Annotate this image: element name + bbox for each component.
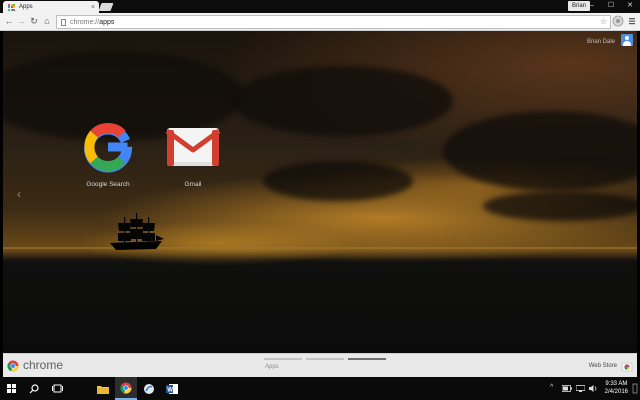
- word-icon[interactable]: W: [161, 377, 183, 400]
- horizon-line: [3, 247, 637, 249]
- windows-start-icon[interactable]: [0, 377, 22, 400]
- apps-page: Brian Dale ‹ Google Search Gmail: [3, 31, 637, 353]
- app-google-search[interactable]: Google Search: [73, 120, 143, 188]
- page-icon: [61, 18, 66, 26]
- tab-strip: Apps × Brian – ☐ ✕: [0, 0, 640, 13]
- app-label: Google Search: [86, 181, 130, 188]
- webstore-icon[interactable]: [621, 360, 633, 372]
- home-icon[interactable]: ⌂: [41, 15, 53, 27]
- google-g-icon: [84, 123, 133, 173]
- background-cloud: [483, 191, 637, 221]
- file-explorer-icon[interactable]: [92, 377, 114, 400]
- back-icon[interactable]: ←: [3, 15, 15, 27]
- chrome-logo-icon: [7, 360, 19, 372]
- search-icon[interactable]: [23, 377, 45, 400]
- previous-page-icon[interactable]: ‹: [17, 187, 21, 201]
- new-tab-button[interactable]: [98, 3, 114, 11]
- url-text[interactable]: chrome://apps: [70, 19, 600, 26]
- app-icon[interactable]: [138, 377, 160, 400]
- app-gmail[interactable]: Gmail: [158, 120, 228, 188]
- minimize-icon[interactable]: –: [582, 0, 602, 12]
- svg-text:W: W: [167, 387, 173, 393]
- task-view-icon[interactable]: [46, 377, 68, 400]
- bookmark-star-icon[interactable]: ☆: [600, 18, 607, 26]
- ship-silhouette: [110, 213, 164, 250]
- address-bar[interactable]: chrome://apps ☆: [56, 15, 611, 29]
- close-window-icon[interactable]: ✕: [620, 0, 640, 12]
- chrome-wordmark: chrome: [23, 358, 64, 372]
- page-indicator-3[interactable]: [348, 358, 386, 360]
- webstore-link[interactable]: Web Store: [589, 363, 617, 369]
- tab-apps[interactable]: Apps ×: [3, 1, 99, 13]
- page-label: Apps: [265, 364, 279, 370]
- gmail-icon: [165, 128, 221, 166]
- tab-close-icon[interactable]: ×: [91, 4, 95, 11]
- background-cloud: [263, 161, 413, 201]
- notifications-icon[interactable]: [632, 381, 638, 396]
- network-icon[interactable]: [576, 385, 585, 392]
- background-cloud: [443, 111, 637, 191]
- clock[interactable]: 9:33 AM 2/4/2016: [605, 380, 628, 396]
- forward-icon[interactable]: →: [15, 15, 27, 27]
- clock-time: 9:33 AM: [605, 381, 628, 387]
- tab-title: Apps: [19, 4, 33, 10]
- app-label: Gmail: [184, 181, 202, 188]
- apps-grid-icon: [8, 3, 15, 11]
- menu-icon[interactable]: [626, 15, 638, 27]
- reload-icon[interactable]: ↻: [28, 15, 40, 27]
- page-indicator-2[interactable]: [306, 358, 344, 360]
- avatar[interactable]: [621, 34, 633, 46]
- clock-date: 2/4/2016: [604, 389, 628, 395]
- maximize-icon[interactable]: ☐: [601, 0, 621, 12]
- browser-toolbar: ← → ↻ ⌂ chrome://apps ☆: [0, 13, 640, 31]
- windows-taskbar: W ^ 9:33 AM 2/4/2016: [0, 377, 640, 400]
- user-name[interactable]: Brian Dale: [587, 39, 615, 45]
- extension-icon[interactable]: [612, 15, 624, 27]
- page-indicator-1[interactable]: [264, 358, 302, 360]
- tray-overflow-icon[interactable]: ^: [550, 384, 553, 391]
- apps-footer: chrome Apps Web Store: [3, 353, 637, 378]
- chrome-icon[interactable]: [115, 377, 137, 400]
- battery-icon[interactable]: [562, 385, 572, 392]
- background-cloud: [233, 66, 453, 136]
- volume-icon[interactable]: [589, 385, 598, 392]
